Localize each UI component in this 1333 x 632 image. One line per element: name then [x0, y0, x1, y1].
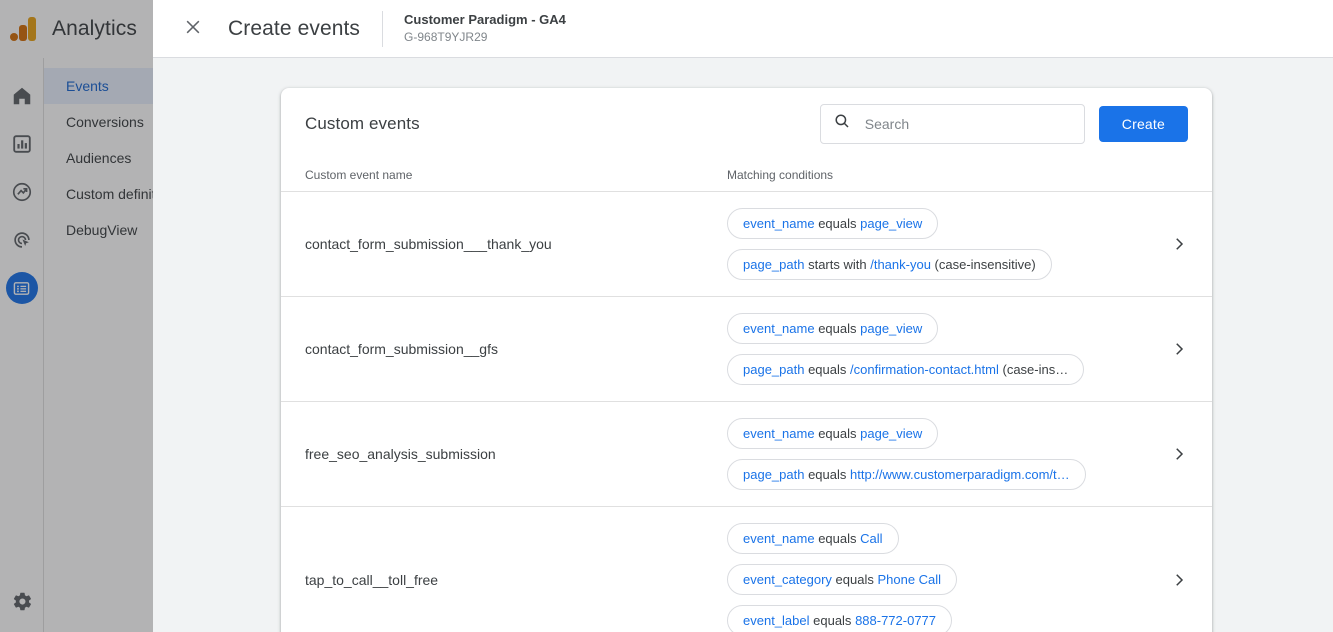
condition-chip: event_category equals Phone Call: [727, 564, 958, 595]
custom-events-card: Custom events Create Custom event name M…: [281, 88, 1212, 632]
create-button[interactable]: Create: [1098, 105, 1188, 142]
condition-chip: page_path equals http://www.customerpara…: [727, 459, 1086, 490]
create-events-modal: Create events Customer Paradigm - GA4 G-…: [153, 0, 1333, 632]
table-row[interactable]: contact_form_submission___thank_you event…: [281, 192, 1212, 297]
matching-conditions: event_name equals page_view page_path equ…: [727, 418, 1148, 490]
modal-header: Create events Customer Paradigm - GA4 G-…: [153, 0, 1333, 58]
condition-chip: event_name equals Call: [727, 523, 899, 554]
modal-scrim[interactable]: [0, 0, 153, 632]
chevron-right-icon[interactable]: [1148, 571, 1188, 589]
search-input[interactable]: [864, 115, 1072, 132]
search-box[interactable]: [819, 103, 1085, 144]
property-name: Customer Paradigm - GA4: [404, 11, 566, 27]
property-info: Customer Paradigm - GA4 G-968T9YJR29: [404, 12, 566, 45]
chevron-right-icon[interactable]: [1148, 445, 1188, 463]
table-row[interactable]: tap_to_call__toll_free event_name equals …: [281, 507, 1212, 632]
card-toolbar: Custom events Create: [281, 88, 1212, 159]
matching-conditions: event_name equals page_view page_path sta…: [727, 208, 1148, 280]
table-row[interactable]: contact_form_submission__gfs event_name e…: [281, 297, 1212, 402]
card-heading: Custom events: [305, 113, 420, 133]
search-icon: [833, 112, 851, 135]
condition-chip: event_name equals page_view: [727, 313, 939, 344]
matching-conditions: event_name equals page_view page_path equ…: [727, 313, 1148, 385]
custom-event-name: tap_to_call__toll_free: [305, 571, 439, 588]
condition-chip: event_label equals 888-772-0777: [727, 605, 953, 632]
custom-event-name: free_seo_analysis_submission: [305, 446, 496, 462]
close-button[interactable]: [175, 11, 211, 47]
custom-event-name: contact_form_submission__gfs: [305, 341, 498, 357]
page-title: Create events: [228, 16, 361, 40]
condition-chip: event_name equals page_view: [727, 208, 939, 239]
chevron-right-icon[interactable]: [1148, 340, 1188, 358]
condition-chip: page_path starts with /thank-you (case-i…: [727, 249, 1052, 280]
table-column-headers: Custom event name Matching conditions: [281, 159, 1212, 192]
close-icon: [183, 17, 203, 40]
condition-chip: page_path equals /confirmation-contact.h…: [727, 354, 1085, 385]
custom-event-name: contact_form_submission___thank_you: [305, 236, 552, 252]
column-header-matching-conditions: Matching conditions: [727, 168, 834, 182]
column-header-event-name: Custom event name: [305, 168, 413, 182]
chevron-right-icon[interactable]: [1148, 235, 1188, 253]
custom-events-table: contact_form_submission___thank_youevent…: [281, 192, 1212, 632]
table-row[interactable]: free_seo_analysis_submission event_name e…: [281, 402, 1212, 507]
header-divider: [382, 10, 384, 47]
matching-conditions: event_name equals Call event_category equ…: [727, 523, 1148, 632]
condition-chip: event_name equals page_view: [727, 418, 939, 449]
property-measurement-id: G-968T9YJR29: [404, 30, 488, 45]
modal-body: Custom events Create Custom event name M…: [153, 58, 1333, 632]
